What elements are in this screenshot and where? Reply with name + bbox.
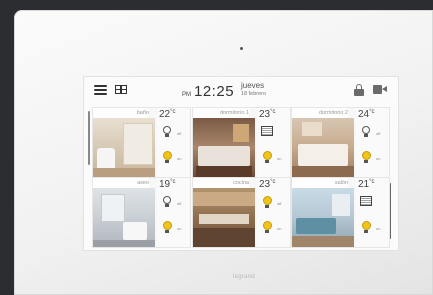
lightbulb-on-icon (262, 221, 272, 230)
off-label: off (277, 201, 282, 206)
lightbulb-off-icon (163, 196, 171, 204)
brand-logo: legrand (232, 274, 256, 280)
room-photo-living-room (292, 188, 354, 247)
light-off-button[interactable] (261, 196, 273, 208)
room-photo-washroom (93, 188, 155, 247)
on-label: on (376, 226, 381, 231)
top-bar: PM 12:25 jueves 18 febrero (84, 77, 398, 103)
lightbulb-on-icon (162, 221, 172, 230)
light-off-button[interactable] (161, 196, 173, 208)
room-temperature: 22°c (159, 109, 176, 120)
on-label: on (277, 226, 282, 231)
lightbulb-off-icon (163, 126, 171, 134)
window-blinds-icon (261, 126, 273, 136)
room-temperature: 19°c (159, 179, 176, 190)
light-off-button[interactable] (161, 126, 173, 138)
blinds-button[interactable] (261, 126, 273, 138)
room-temperature: 24°c (358, 109, 375, 120)
room-photo-kitchen (193, 188, 255, 247)
grid-view-icon[interactable] (115, 85, 127, 94)
room-tile-dormitorio-2[interactable]: dormitorio 2 24°c off on (292, 108, 389, 177)
lock-icon[interactable] (354, 84, 364, 96)
light-on-button[interactable] (261, 221, 273, 233)
time-display: 12:25 (194, 83, 235, 100)
light-off-button[interactable] (360, 126, 372, 138)
room-name: dormitorio 2 (292, 108, 348, 118)
room-temperature: 23°c (259, 109, 276, 120)
front-camera-dot (240, 47, 243, 50)
off-label: off (177, 201, 182, 206)
room-tile-dormitorio-1[interactable]: dormitorio 1 23°c on (193, 108, 290, 177)
room-photo-bedroom-1 (193, 118, 255, 177)
weekday-label: jueves (241, 81, 265, 90)
light-on-button[interactable] (261, 151, 273, 163)
light-on-button[interactable] (360, 221, 372, 233)
lightbulb-on-icon (162, 151, 172, 160)
on-label: on (277, 156, 282, 161)
date-label: 18 febrero (241, 91, 267, 97)
room-name: baño (93, 108, 149, 118)
scroll-indicator-right[interactable] (389, 183, 391, 239)
light-on-button[interactable] (161, 151, 173, 163)
room-tile-salon[interactable]: salón 21°c on (292, 178, 389, 247)
lightbulb-off-icon (362, 126, 370, 134)
on-label: on (177, 156, 182, 161)
off-label: off (177, 131, 182, 136)
room-name: aseo (93, 178, 149, 188)
ampm-label: PM (182, 92, 191, 98)
lightbulb-on-icon (361, 221, 371, 230)
touch-screen: PM 12:25 jueves 18 febrero baño 22°c off… (84, 77, 398, 250)
intercom-device: PM 12:25 jueves 18 febrero baño 22°c off… (14, 10, 433, 295)
lightbulb-on-icon (262, 151, 272, 160)
hamburger-menu-icon[interactable] (94, 85, 107, 95)
lightbulb-on-icon (262, 196, 272, 205)
room-photo-bedroom-2 (292, 118, 354, 177)
window-blinds-icon (360, 196, 372, 206)
light-on-button[interactable] (360, 151, 372, 163)
room-temperature: 21°c (358, 179, 375, 190)
video-camera-icon[interactable] (373, 85, 387, 94)
off-label: off (376, 131, 381, 136)
scroll-indicator-left[interactable] (88, 111, 90, 165)
blinds-button[interactable] (360, 196, 372, 208)
on-label: on (376, 156, 381, 161)
light-on-button[interactable] (161, 221, 173, 233)
room-tile-cocina[interactable]: cocina 23°c off on (193, 178, 290, 247)
room-name: dormitorio 1 (193, 108, 249, 118)
room-temperature: 23°c (259, 179, 276, 190)
lightbulb-on-icon (361, 151, 371, 160)
room-name: cocina (193, 178, 249, 188)
room-tile-aseo[interactable]: aseo 19°c off on (93, 178, 190, 247)
room-tile-bano[interactable]: baño 22°c off on (93, 108, 190, 177)
room-name: salón (292, 178, 348, 188)
room-photo-bathroom (93, 118, 155, 177)
on-label: on (177, 226, 182, 231)
